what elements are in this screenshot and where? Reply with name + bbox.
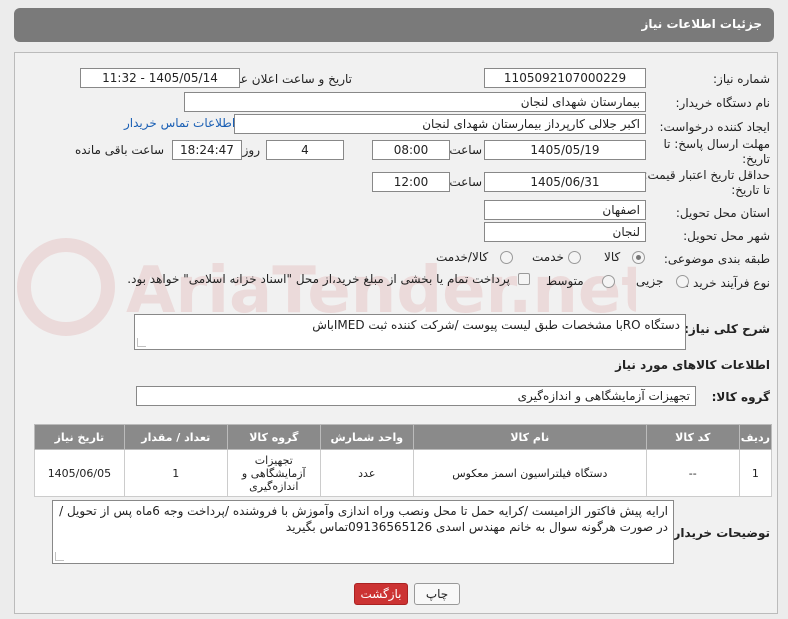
reply-time-field: 08:00 bbox=[372, 140, 450, 160]
print-button[interactable]: چاپ bbox=[414, 583, 460, 605]
col-need-date: تاریخ نیاز bbox=[34, 424, 125, 450]
price-valid-time-field: 12:00 bbox=[372, 172, 450, 192]
col-item-group: گروه کالا bbox=[226, 424, 321, 450]
category-option-goods-service: کالا/خدمت bbox=[436, 250, 489, 264]
resize-handle-icon[interactable] bbox=[55, 552, 64, 561]
process-option-minor: جزیی bbox=[636, 274, 664, 288]
category-radio-goods-service[interactable] bbox=[500, 251, 513, 264]
process-radio-medium[interactable] bbox=[602, 275, 615, 288]
cell-quantity: 1 bbox=[123, 449, 228, 497]
goods-group-label: گروه کالا: bbox=[711, 390, 770, 404]
city-label: شهر محل تحویل: bbox=[683, 229, 770, 243]
process-option-medium: متوسط bbox=[546, 274, 584, 288]
price-valid-label-2: تا تاریخ: bbox=[731, 183, 770, 197]
creator-label: ایجاد کننده درخواست: bbox=[659, 120, 770, 134]
need-number-label: شماره نیاز: bbox=[713, 72, 770, 86]
price-valid-time-label: ساعت bbox=[449, 175, 482, 189]
contact-info-link[interactable]: اطلاعات تماس خریدار bbox=[124, 116, 235, 130]
goods-group-field: تجهیزات آزمایشگاهی و اندازه‌گیری bbox=[136, 386, 696, 406]
description-text: دستگاه ROبا مشخصات طبق لیست پیوست /شرکت … bbox=[312, 318, 680, 332]
days-remaining-field: 4 bbox=[266, 140, 344, 160]
reply-deadline-label: مهلت ارسال پاسخ: تا bbox=[663, 137, 770, 151]
col-quantity: تعداد / مقدار bbox=[123, 424, 228, 450]
table-header-row: ردیف کد کالا نام کالا واحد شمارش گروه کا… bbox=[34, 424, 773, 450]
buyer-org-label: نام دستگاه خریدار: bbox=[675, 96, 771, 110]
col-row-number: ردیف bbox=[738, 424, 773, 450]
treasury-payment-note: پرداخت تمام یا بخشی از مبلغ خرید،از محل … bbox=[127, 272, 510, 286]
price-valid-label: حداقل تاریخ اعتبار قیمت: bbox=[643, 168, 770, 182]
process-label: نوع فرآیند خرید : bbox=[685, 276, 770, 290]
col-unit: واحد شمارش bbox=[319, 424, 414, 450]
time-remaining-field: 18:24:47 bbox=[172, 140, 242, 160]
province-label: استان محل تحویل: bbox=[675, 206, 770, 220]
reply-date-field: 1405/05/19 bbox=[484, 140, 646, 160]
cell-row-number: 1 bbox=[738, 449, 773, 497]
reply-deadline-label-2: تاریخ: bbox=[742, 152, 770, 166]
category-option-service: خدمت bbox=[532, 250, 564, 264]
buyer-notes-text: ارایه پیش فاکتور الزامیست /کرایه حمل تا … bbox=[59, 504, 668, 534]
process-radio-minor[interactable] bbox=[676, 275, 689, 288]
announce-field: 1405/05/14 - 11:32 bbox=[80, 68, 240, 88]
page-title: جزئیات اطلاعات نیاز bbox=[641, 17, 762, 31]
cell-item-code: -- bbox=[645, 449, 740, 497]
col-item-code: کد کالا bbox=[645, 424, 740, 450]
page-header: جزئیات اطلاعات نیاز bbox=[14, 8, 774, 42]
time-remaining-label: ساعت باقی مانده bbox=[74, 143, 164, 157]
reply-time-label: ساعت bbox=[449, 143, 482, 157]
cell-unit: عدد bbox=[319, 449, 414, 497]
description-label: شرح کلی نیاز: bbox=[684, 322, 770, 336]
creator-field: اکبر جلالی کارپرداز بیمارستان شهدای لنجا… bbox=[234, 114, 646, 134]
province-field: اصفهان bbox=[484, 200, 646, 220]
category-label: طبقه بندی موضوعی: bbox=[663, 252, 770, 266]
col-item-name: نام کالا bbox=[412, 424, 647, 450]
cell-need-date: 1405/06/05 bbox=[34, 449, 125, 497]
goods-table: ردیف کد کالا نام کالا واحد شمارش گروه کا… bbox=[34, 424, 773, 497]
cell-item-group: تجهیزات آزمایشگاهی و اندازه‌گیری bbox=[226, 449, 321, 497]
table-row: 1 -- دستگاه فیلتراسیون اسمز معکوس عدد تج… bbox=[34, 449, 773, 497]
buyer-notes-label: توضیحات خریدار: bbox=[668, 526, 770, 540]
category-option-goods: کالا bbox=[604, 250, 621, 264]
city-field: لنجان bbox=[484, 222, 646, 242]
back-button[interactable]: بازگشت bbox=[354, 583, 408, 605]
treasury-payment-checkbox[interactable] bbox=[518, 273, 530, 285]
buyer-notes-textarea[interactable]: ارایه پیش فاکتور الزامیست /کرایه حمل تا … bbox=[52, 500, 674, 564]
category-radio-goods[interactable] bbox=[632, 251, 645, 264]
category-radio-service[interactable] bbox=[568, 251, 581, 264]
goods-info-title: اطلاعات کالاهای مورد نیاز bbox=[615, 358, 770, 372]
buyer-org-field: بیمارستان شهدای لنجان bbox=[184, 92, 646, 112]
cell-item-name: دستگاه فیلتراسیون اسمز معکوس bbox=[412, 449, 647, 497]
price-valid-date-field: 1405/06/31 bbox=[484, 172, 646, 192]
resize-handle-icon[interactable] bbox=[137, 338, 146, 347]
need-number-field: 1105092107000229 bbox=[484, 68, 646, 88]
description-textarea[interactable]: دستگاه ROبا مشخصات طبق لیست پیوست /شرکت … bbox=[134, 314, 686, 350]
